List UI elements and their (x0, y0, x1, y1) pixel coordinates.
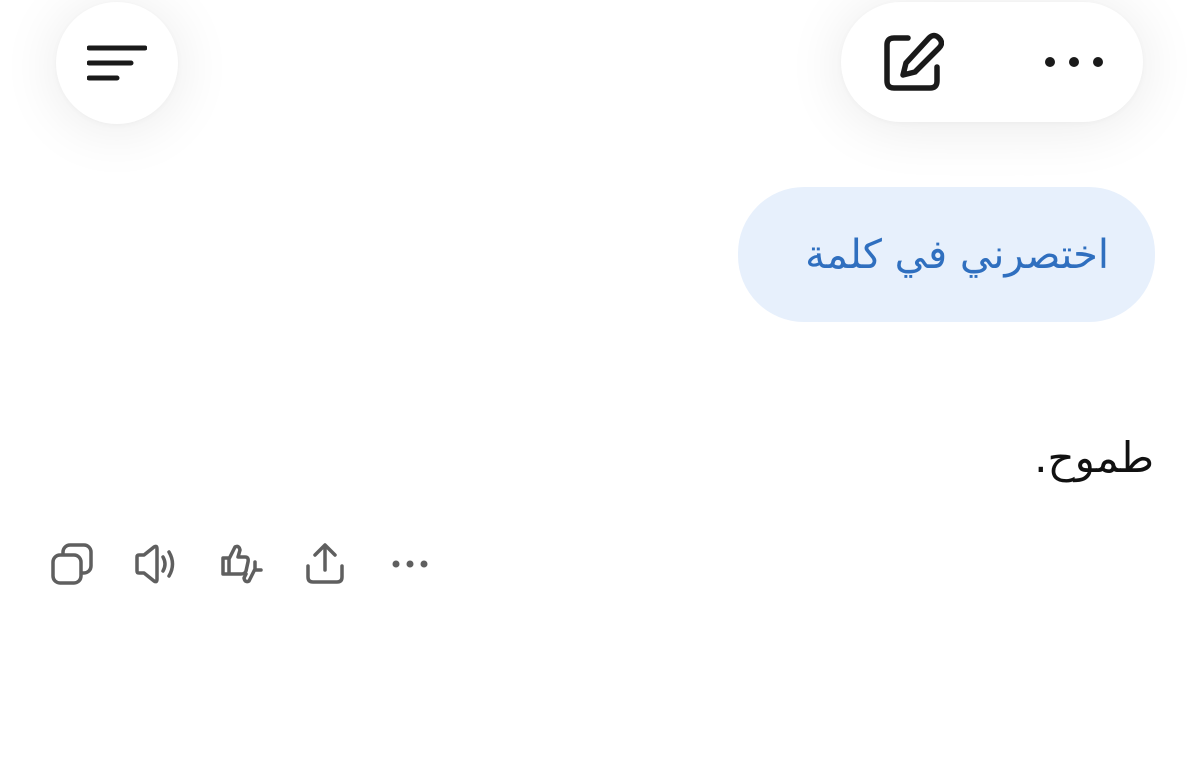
copy-button[interactable] (44, 536, 100, 592)
sidebar-menu-button[interactable] (56, 2, 178, 124)
share-icon (306, 543, 344, 584)
assistant-message-text: طموح. (1034, 433, 1154, 482)
user-message-text: اختصرني في كلمة (805, 231, 1109, 278)
edit-pen-icon (884, 32, 944, 91)
read-aloud-icon (135, 544, 175, 584)
more-horizontal-icon (1045, 57, 1103, 67)
read-aloud-button[interactable] (128, 536, 184, 592)
message-more-button[interactable] (382, 536, 438, 592)
feedback-button[interactable] (214, 536, 270, 592)
new-chat-button[interactable] (851, 2, 971, 122)
more-options-button[interactable] (1013, 2, 1133, 122)
copy-icon (51, 543, 93, 585)
more-horizontal-icon (392, 560, 428, 568)
share-button[interactable] (297, 536, 353, 592)
header-actions (841, 2, 1143, 122)
menu-lines-icon (87, 45, 147, 81)
user-message-bubble: اختصرني في كلمة (738, 187, 1155, 322)
feedback-thumbs-icon (221, 544, 263, 584)
